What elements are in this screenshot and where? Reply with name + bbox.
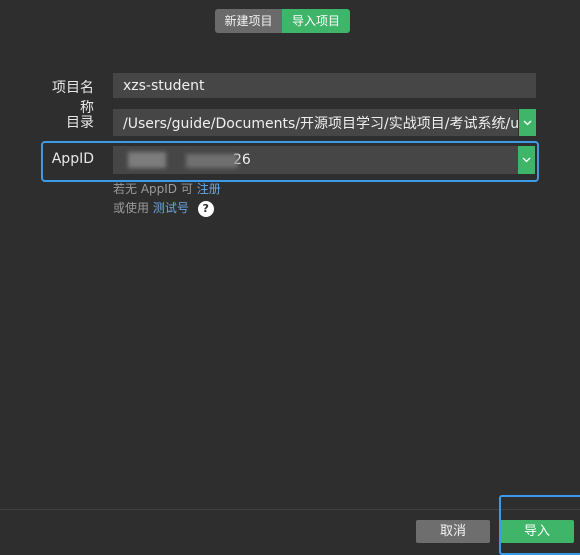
tab-new-project[interactable]: 新建项目 — [215, 9, 282, 33]
test-id-link[interactable]: 测试号 — [153, 201, 189, 215]
directory-label: 目录 — [66, 115, 94, 131]
no-appid-hint: 若无 AppID 可 注册 — [113, 180, 221, 197]
chevron-down-icon — [522, 157, 531, 163]
appid-redaction — [128, 152, 166, 168]
footer-divider — [0, 509, 580, 510]
import-highlight-box — [499, 495, 580, 555]
tab-import-project[interactable]: 导入项目 — [282, 9, 350, 33]
chevron-down-icon — [523, 120, 532, 125]
directory-select[interactable]: /Users/guide/Documents/开源项目学习/实战项目/考试系统/… — [113, 109, 518, 136]
appid-dropdown-button[interactable] — [518, 146, 535, 174]
appid-label: AppID — [51, 151, 94, 167]
register-link[interactable]: 注册 — [197, 182, 221, 196]
test-id-hint: 或使用 测试号 ? — [113, 199, 214, 217]
mode-tabs: 新建项目 导入项目 — [215, 9, 350, 33]
appid-redaction — [186, 154, 238, 168]
question-circle-icon[interactable]: ? — [197, 200, 214, 217]
no-appid-text: 若无 AppID 可 — [113, 182, 193, 196]
or-use-text: 或使用 — [113, 201, 150, 215]
project-name-label: 项目名称 — [52, 80, 94, 116]
directory-dropdown-button[interactable] — [519, 109, 536, 136]
appid-select[interactable]: 26 — [113, 146, 518, 174]
cancel-button[interactable]: 取消 — [416, 520, 490, 543]
project-name-input[interactable]: xzs-student — [113, 73, 536, 98]
